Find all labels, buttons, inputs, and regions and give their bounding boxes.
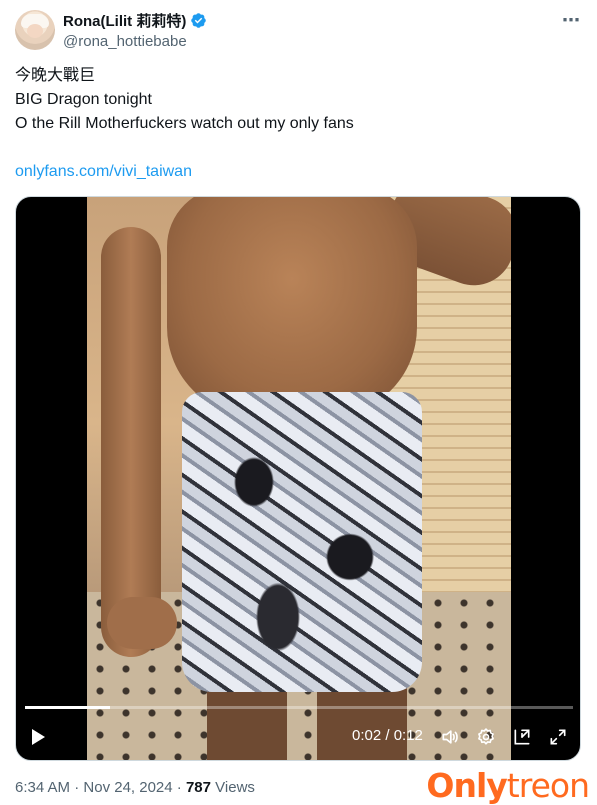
watermark-logo: Onlytreon [426, 766, 590, 805]
watermark-part-2: treon [506, 766, 590, 805]
pop-out-icon[interactable] [512, 727, 532, 747]
verified-badge-icon [191, 13, 207, 28]
video-figure-torso [167, 197, 417, 417]
tweet-time[interactable]: 6:34 AM [15, 779, 70, 796]
fullscreen-icon[interactable] [548, 727, 568, 747]
avatar[interactable] [15, 10, 55, 50]
footer-separator-2: · [176, 779, 182, 796]
settings-icon[interactable] [476, 727, 496, 747]
tweet-date[interactable]: Nov 24, 2024 [83, 779, 172, 796]
display-name-row: Rona(Lilit 莉莉特) [63, 10, 207, 31]
video-progress-fill [25, 706, 110, 709]
avatar-face [27, 24, 43, 38]
display-name[interactable]: Rona(Lilit 莉莉特) [63, 10, 186, 31]
views-count: 787 [185, 779, 211, 796]
author-names: Rona(Lilit 莉莉特) @rona_hottiebabe [63, 10, 207, 50]
tweet-line-3: O the Rill Motherfuckers watch out my on… [15, 115, 354, 132]
tweet-footer: 6:34 AM · Nov 24, 2024 · 787 Views [15, 779, 255, 796]
views-label: Views [215, 779, 255, 796]
volume-icon[interactable] [440, 727, 460, 747]
video-player[interactable]: 0:02 / 0:12 [15, 196, 581, 761]
video-time: 0:02 / 0:12 [352, 727, 423, 744]
video-controls: 0:02 / 0:12 [16, 717, 580, 757]
video-figure-arm-left [101, 227, 161, 657]
tweet-spacer [15, 136, 575, 160]
video-progress-bar[interactable] [25, 706, 573, 709]
video-frame[interactable] [87, 197, 511, 760]
tweet-text: 今晚大戰巨 BIG Dragon tonight O the Rill Moth… [15, 64, 575, 184]
video-figure-shorts [182, 392, 422, 692]
more-options-icon[interactable]: ⋯ [562, 10, 581, 31]
play-icon[interactable] [32, 729, 45, 745]
footer-separator: · [74, 779, 80, 796]
video-figure-hand [107, 597, 177, 649]
tweet-line-1: 今晚大戰巨 [15, 67, 96, 84]
tweet-line-2: BIG Dragon tonight [15, 91, 152, 108]
tweet-header: Rona(Lilit 莉莉特) @rona_hottiebabe ⋯ [15, 8, 585, 52]
watermark-part-1: Only [426, 766, 507, 805]
author-handle[interactable]: @rona_hottiebabe [63, 33, 207, 50]
tweet-link[interactable]: onlyfans.com/vivi_taiwan [15, 160, 575, 184]
